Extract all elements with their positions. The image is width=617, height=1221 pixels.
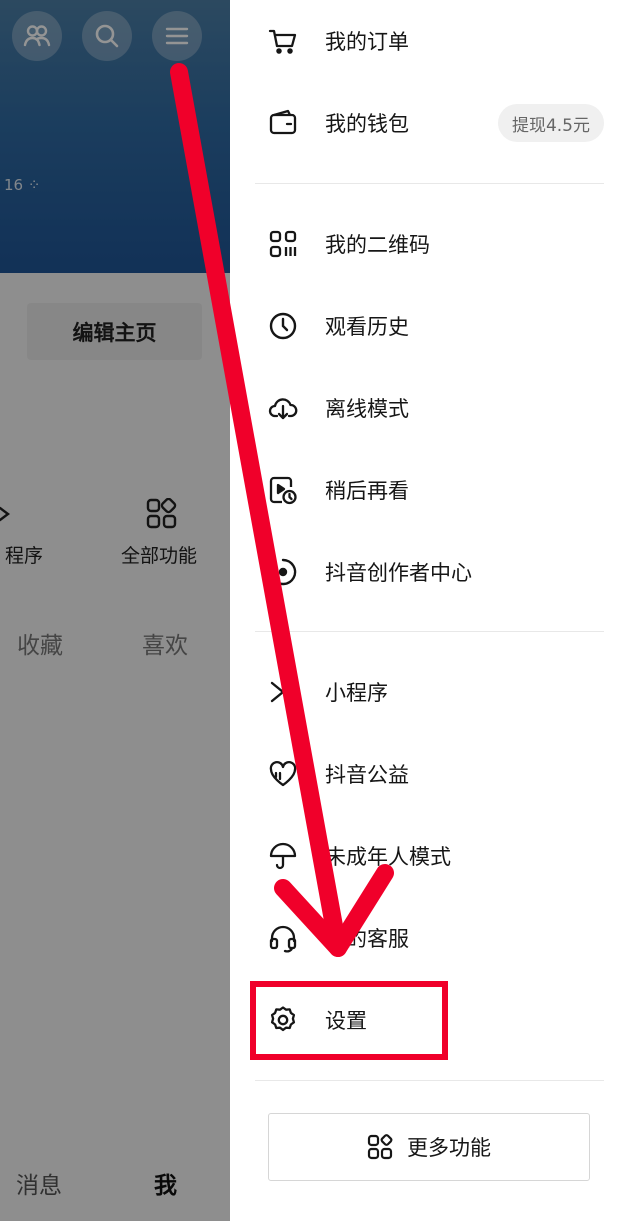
nav-messages[interactable]: 消息 — [16, 1166, 62, 1200]
cart-icon — [268, 26, 298, 56]
menu-item-mini-programs[interactable]: 小程序 — [230, 662, 617, 722]
menu-item-watch-history[interactable]: 观看历史 — [230, 296, 617, 356]
charity-heart-icon — [268, 759, 298, 789]
mini-program-shortcut-label[interactable]: 程序 — [5, 541, 43, 568]
menu-item-qr-code[interactable]: 我的二维码 — [230, 214, 617, 274]
clock-icon — [268, 311, 298, 341]
tab-favorites[interactable]: 收藏 — [17, 626, 63, 660]
tab-likes[interactable]: 喜欢 — [142, 626, 188, 660]
divider — [255, 183, 604, 184]
nav-me[interactable]: 我 — [154, 1166, 177, 1200]
creator-center-icon — [268, 557, 298, 587]
grid-icon — [367, 1134, 393, 1160]
all-functions-icon[interactable] — [146, 498, 178, 530]
headset-icon — [268, 923, 298, 953]
annotation-highlight-box — [250, 981, 448, 1060]
mini-program-icon — [0, 506, 10, 522]
menu-item-label: 我的客服 — [325, 927, 409, 951]
menu-item-creator-center[interactable]: 抖音创作者中心 — [230, 542, 617, 602]
menu-item-charity[interactable]: 抖音公益 — [230, 744, 617, 804]
edit-profile-button[interactable]: 编辑主页 — [27, 303, 202, 360]
profile-page-background: 16 ⁘ 编辑主页 程序 全部功能 收藏 喜欢 消息 我 — [0, 0, 230, 1221]
menu-item-label: 稍后再看 — [325, 479, 409, 503]
withdraw-badge[interactable]: 提现4.5元 — [497, 104, 604, 142]
menu-item-label: 未成年人模式 — [325, 845, 451, 869]
more-functions-label: 更多功能 — [407, 1136, 491, 1160]
umbrella-icon — [268, 841, 298, 871]
watch-later-icon — [268, 475, 298, 505]
menu-item-wallet[interactable]: 我的钱包 提现4.5元 — [230, 93, 617, 153]
menu-item-label: 我的二维码 — [325, 233, 430, 257]
profile-stats: 16 ⁘ — [4, 176, 41, 194]
menu-item-label: 抖音创作者中心 — [325, 561, 472, 585]
menu-item-label: 小程序 — [325, 681, 388, 705]
menu-item-label: 我的订单 — [325, 30, 409, 54]
all-functions-label[interactable]: 全部功能 — [121, 541, 197, 568]
hamburger-menu-icon — [165, 27, 189, 45]
menu-item-orders[interactable]: 我的订单 — [230, 11, 617, 71]
menu-item-label: 我的钱包 — [325, 112, 409, 136]
friends-button[interactable] — [12, 11, 62, 61]
menu-item-label: 抖音公益 — [325, 763, 409, 787]
menu-item-minor-mode[interactable]: 未成年人模式 — [230, 826, 617, 886]
menu-item-label: 观看历史 — [325, 315, 409, 339]
wallet-icon — [268, 108, 298, 138]
menu-item-label: 离线模式 — [325, 397, 409, 421]
cloud-download-icon — [268, 393, 298, 423]
mini-program-icon — [268, 677, 298, 707]
search-button[interactable] — [82, 11, 132, 61]
menu-item-offline-mode[interactable]: 离线模式 — [230, 378, 617, 438]
menu-item-watch-later[interactable]: 稍后再看 — [230, 460, 617, 520]
friends-icon — [23, 25, 51, 47]
divider — [255, 631, 604, 632]
qr-code-icon — [268, 229, 298, 259]
search-icon — [95, 24, 119, 48]
menu-item-customer-service[interactable]: 我的客服 — [230, 908, 617, 968]
menu-button[interactable] — [152, 11, 202, 61]
more-functions-button[interactable]: 更多功能 — [268, 1113, 590, 1181]
divider — [255, 1080, 604, 1081]
